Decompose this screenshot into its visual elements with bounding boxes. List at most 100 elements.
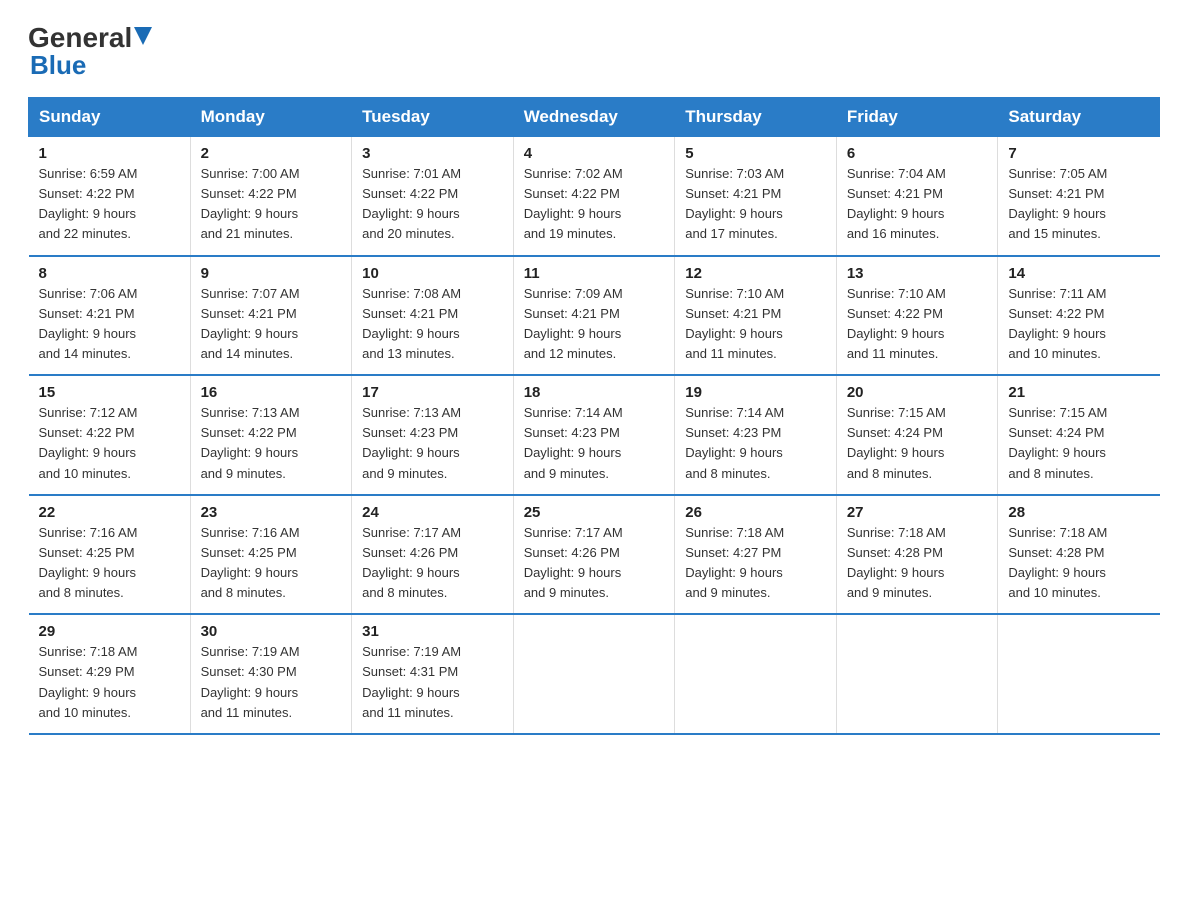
- sunrise-text: Sunrise: 7:13 AM: [362, 405, 461, 420]
- day-info: Sunrise: 7:07 AM Sunset: 4:21 PM Dayligh…: [201, 284, 342, 365]
- sunset-text: Sunset: 4:21 PM: [39, 306, 135, 321]
- day-number: 22: [39, 504, 180, 521]
- day-number: 11: [524, 265, 665, 282]
- sunrise-text: Sunrise: 7:12 AM: [39, 405, 138, 420]
- daylight-text: Daylight: 9 hours: [362, 565, 460, 580]
- header-row: General Blue: [28, 24, 1160, 81]
- day-number: 27: [847, 504, 988, 521]
- day-number: 7: [1008, 145, 1149, 162]
- day-number: 20: [847, 384, 988, 401]
- day-info: Sunrise: 7:14 AM Sunset: 4:23 PM Dayligh…: [524, 403, 665, 484]
- calendar-cell: 9 Sunrise: 7:07 AM Sunset: 4:21 PM Dayli…: [190, 256, 352, 376]
- sunset-text: Sunset: 4:21 PM: [847, 186, 943, 201]
- day-info: Sunrise: 7:06 AM Sunset: 4:21 PM Dayligh…: [39, 284, 180, 365]
- day-info: Sunrise: 7:18 AM Sunset: 4:27 PM Dayligh…: [685, 523, 826, 604]
- sunrise-text: Sunrise: 7:00 AM: [201, 166, 300, 181]
- day-info: Sunrise: 6:59 AM Sunset: 4:22 PM Dayligh…: [39, 164, 180, 245]
- sunset-text: Sunset: 4:23 PM: [524, 425, 620, 440]
- daylight-minutes-text: and 8 minutes.: [39, 585, 124, 600]
- header-thursday: Thursday: [675, 98, 837, 137]
- calendar-cell: 3 Sunrise: 7:01 AM Sunset: 4:22 PM Dayli…: [352, 137, 514, 256]
- calendar-cell: 18 Sunrise: 7:14 AM Sunset: 4:23 PM Dayl…: [513, 375, 675, 495]
- sunset-text: Sunset: 4:25 PM: [201, 545, 297, 560]
- daylight-text: Daylight: 9 hours: [524, 326, 622, 341]
- daylight-text: Daylight: 9 hours: [524, 565, 622, 580]
- day-number: 29: [39, 623, 180, 640]
- daylight-minutes-text: and 20 minutes.: [362, 226, 455, 241]
- day-headers-row: Sunday Monday Tuesday Wednesday Thursday…: [29, 98, 1160, 137]
- day-info: Sunrise: 7:04 AM Sunset: 4:21 PM Dayligh…: [847, 164, 988, 245]
- daylight-text: Daylight: 9 hours: [201, 445, 299, 460]
- daylight-minutes-text: and 21 minutes.: [201, 226, 294, 241]
- day-number: 19: [685, 384, 826, 401]
- sunrise-text: Sunrise: 7:17 AM: [524, 525, 623, 540]
- day-info: Sunrise: 7:13 AM Sunset: 4:22 PM Dayligh…: [201, 403, 342, 484]
- daylight-minutes-text: and 10 minutes.: [1008, 346, 1101, 361]
- calendar-cell: 11 Sunrise: 7:09 AM Sunset: 4:21 PM Dayl…: [513, 256, 675, 376]
- day-number: 2: [201, 145, 342, 162]
- sunrise-text: Sunrise: 7:15 AM: [847, 405, 946, 420]
- daylight-minutes-text: and 8 minutes.: [685, 466, 770, 481]
- sunset-text: Sunset: 4:21 PM: [685, 306, 781, 321]
- day-info: Sunrise: 7:05 AM Sunset: 4:21 PM Dayligh…: [1008, 164, 1149, 245]
- calendar-cell: 13 Sunrise: 7:10 AM Sunset: 4:22 PM Dayl…: [836, 256, 998, 376]
- logo: General Blue: [28, 24, 152, 81]
- daylight-minutes-text: and 14 minutes.: [39, 346, 132, 361]
- sunrise-text: Sunrise: 7:13 AM: [201, 405, 300, 420]
- daylight-text: Daylight: 9 hours: [39, 445, 137, 460]
- header-saturday: Saturday: [998, 98, 1160, 137]
- sunrise-text: Sunrise: 7:04 AM: [847, 166, 946, 181]
- calendar-cell: 23 Sunrise: 7:16 AM Sunset: 4:25 PM Dayl…: [190, 495, 352, 615]
- sunset-text: Sunset: 4:22 PM: [39, 186, 135, 201]
- daylight-minutes-text: and 10 minutes.: [1008, 585, 1101, 600]
- logo-blue-text: Blue: [30, 50, 86, 81]
- sunrise-text: Sunrise: 7:18 AM: [39, 644, 138, 659]
- sunrise-text: Sunrise: 7:08 AM: [362, 286, 461, 301]
- day-info: Sunrise: 7:17 AM Sunset: 4:26 PM Dayligh…: [524, 523, 665, 604]
- day-number: 3: [362, 145, 503, 162]
- header-tuesday: Tuesday: [352, 98, 514, 137]
- sunset-text: Sunset: 4:22 PM: [201, 186, 297, 201]
- calendar-cell: [836, 614, 998, 734]
- sunrise-text: Sunrise: 7:16 AM: [39, 525, 138, 540]
- sunset-text: Sunset: 4:23 PM: [685, 425, 781, 440]
- day-number: 28: [1008, 504, 1149, 521]
- sunrise-text: Sunrise: 7:06 AM: [39, 286, 138, 301]
- day-info: Sunrise: 7:12 AM Sunset: 4:22 PM Dayligh…: [39, 403, 180, 484]
- logo-general: General: [28, 24, 132, 52]
- daylight-minutes-text: and 16 minutes.: [847, 226, 940, 241]
- day-number: 31: [362, 623, 503, 640]
- calendar-cell: [513, 614, 675, 734]
- sunset-text: Sunset: 4:26 PM: [362, 545, 458, 560]
- daylight-minutes-text: and 8 minutes.: [847, 466, 932, 481]
- daylight-text: Daylight: 9 hours: [685, 445, 783, 460]
- daylight-minutes-text: and 9 minutes.: [524, 585, 609, 600]
- day-number: 13: [847, 265, 988, 282]
- daylight-text: Daylight: 9 hours: [201, 326, 299, 341]
- calendar-cell: 6 Sunrise: 7:04 AM Sunset: 4:21 PM Dayli…: [836, 137, 998, 256]
- day-number: 14: [1008, 265, 1149, 282]
- daylight-text: Daylight: 9 hours: [201, 685, 299, 700]
- calendar-cell: 4 Sunrise: 7:02 AM Sunset: 4:22 PM Dayli…: [513, 137, 675, 256]
- daylight-minutes-text: and 11 minutes.: [362, 705, 454, 720]
- day-info: Sunrise: 7:18 AM Sunset: 4:29 PM Dayligh…: [39, 642, 180, 723]
- header-wednesday: Wednesday: [513, 98, 675, 137]
- sunset-text: Sunset: 4:23 PM: [362, 425, 458, 440]
- day-number: 15: [39, 384, 180, 401]
- day-info: Sunrise: 7:10 AM Sunset: 4:22 PM Dayligh…: [847, 284, 988, 365]
- day-info: Sunrise: 7:19 AM Sunset: 4:30 PM Dayligh…: [201, 642, 342, 723]
- calendar-cell: 16 Sunrise: 7:13 AM Sunset: 4:22 PM Dayl…: [190, 375, 352, 495]
- sunrise-text: Sunrise: 7:19 AM: [201, 644, 300, 659]
- calendar-cell: 1 Sunrise: 6:59 AM Sunset: 4:22 PM Dayli…: [29, 137, 191, 256]
- calendar-cell: 2 Sunrise: 7:00 AM Sunset: 4:22 PM Dayli…: [190, 137, 352, 256]
- day-number: 23: [201, 504, 342, 521]
- daylight-text: Daylight: 9 hours: [847, 326, 945, 341]
- daylight-text: Daylight: 9 hours: [201, 206, 299, 221]
- daylight-text: Daylight: 9 hours: [201, 565, 299, 580]
- daylight-minutes-text: and 10 minutes.: [39, 705, 132, 720]
- daylight-text: Daylight: 9 hours: [1008, 206, 1106, 221]
- sunset-text: Sunset: 4:25 PM: [39, 545, 135, 560]
- day-number: 8: [39, 265, 180, 282]
- daylight-minutes-text: and 11 minutes.: [201, 705, 293, 720]
- daylight-minutes-text: and 9 minutes.: [362, 466, 447, 481]
